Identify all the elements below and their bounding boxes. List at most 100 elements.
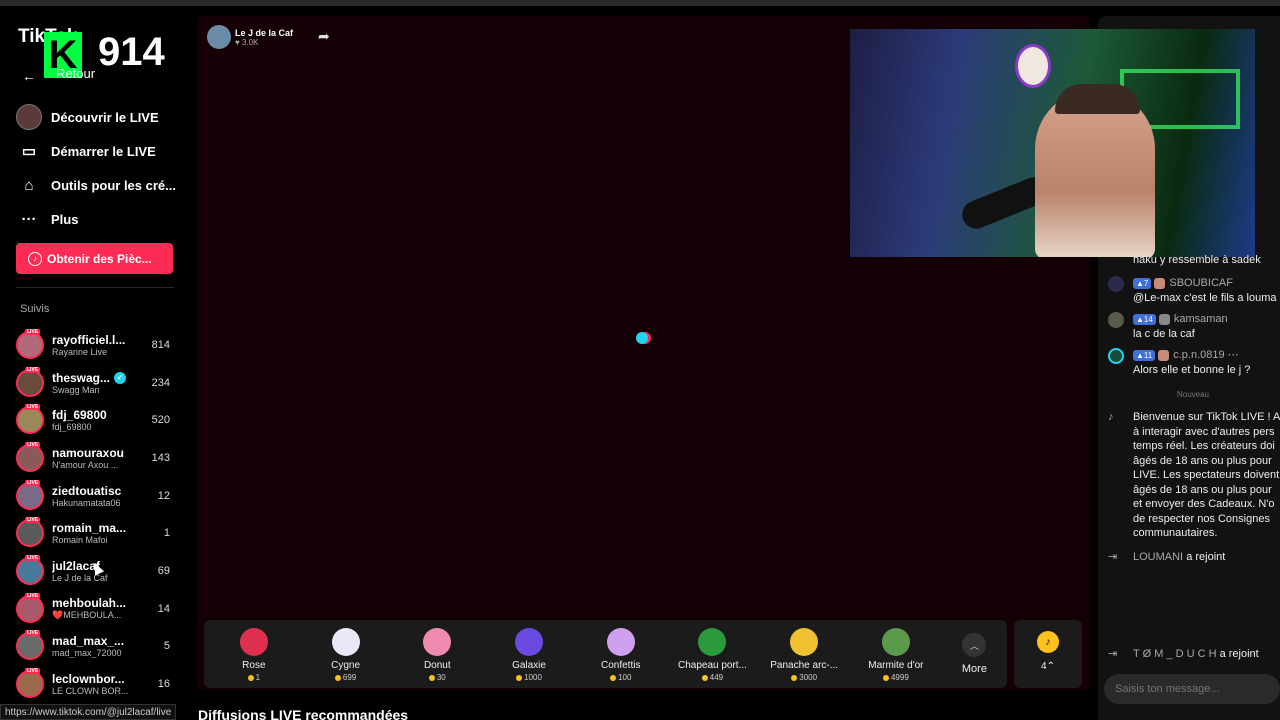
gift-name: Donut [423,660,451,671]
chat-user-avatar[interactable] [1108,348,1124,364]
system-welcome-message: ♪ Bienvenue sur TikTok LIVE ! A à intera… [1108,410,1280,541]
gift-item[interactable]: Cygne 699 [300,622,392,686]
chat-user[interactable]: ▲7 SBOUBICAF [1133,276,1280,291]
following-text: mad_max_... mad_max_72000 [52,634,176,658]
nav-discover-live[interactable]: Découvrir le LIVE [16,100,181,134]
back-label[interactable]: Retour [56,66,95,81]
logo-area: TikTok K 914 [18,24,188,84]
chat-message-text: @Le-max c'est le fils a louma [1133,291,1277,304]
following-item[interactable]: LIVE rayofficiel.l... Rayanne Live 814 [16,326,176,364]
browser-top-strip [0,0,1280,6]
verified-badge-icon: ✓ [114,372,127,385]
gift-item[interactable]: Donut 30 [391,622,483,686]
following-item[interactable]: LIVE romain_ma... Romain Mafoi 1 [16,514,176,552]
gift-price: 449 [701,673,723,682]
gift-item[interactable]: Chapeau port... 449 [667,622,759,686]
get-coins-button[interactable]: ♪ Obtenir des Pièc... [16,243,173,274]
chat-user-avatar[interactable] [1108,312,1124,328]
gift-price: 1 [247,673,260,682]
chat-message-input[interactable] [1104,674,1280,704]
nav-creator-tools[interactable]: ⌂ Outils pour les cré... [16,168,181,202]
gift-icon [331,628,360,656]
following-name: leclownbor... [52,672,125,687]
nav-start-live[interactable]: ▭ Démarrer le LIVE [16,134,181,168]
nav-label: Découvrir le LIVE [51,109,159,125]
welcome-text: Bienvenue sur TikTok LIVE ! A à interagi… [1133,411,1280,539]
following-avatar: LIVE [16,479,44,510]
following-name: romain_ma... [52,521,127,536]
following-subtitle: Romain Mafoi [52,535,108,546]
chat-username: c.p.n.0819 ⋯ [1173,349,1239,361]
sidebar: TikTok K 914 ← Retour Découvrir le LIVE … [0,6,190,720]
live-badge: LIVE [25,404,41,411]
following-item[interactable]: LIVE mad_max_... mad_max_72000 5 [16,628,176,666]
viewer-count: 1 [163,527,170,540]
gift-item[interactable]: Rose 1 [208,622,300,686]
get-coins-label: Obtenir des Pièc... [47,251,152,266]
following-subtitle: Rayanne Live [52,346,108,357]
gift-price: 100 [610,673,631,682]
gift-item[interactable]: Galaxie 1000 [483,622,575,686]
gift-name: Panache arc-... [770,660,839,671]
coin-balance-button[interactable]: ♪ 4⌃ [1014,620,1082,688]
coin-icon [247,674,254,681]
viewer-count: 12 [157,489,170,502]
new-messages-separator: Nouveau [1176,390,1210,399]
coin-icon [610,674,617,681]
live-badge: LIVE [25,366,41,373]
nav-more[interactable]: ··· Plus [16,202,181,236]
streamer-name[interactable]: Le J de la Caf [235,28,293,38]
following-avatar: LIVE [16,517,44,548]
following-avatar: LIVE [16,668,44,699]
chat-user[interactable]: ▲11 c.p.n.0819 ⋯ [1133,348,1280,363]
following-item[interactable]: LIVE mehboulah... ❤️MEHBOULA... 14 [16,590,176,628]
coin-icon [516,674,523,681]
gift-price: 4999 [882,673,909,682]
chat-user[interactable]: ▲14 kamsaman [1133,312,1280,327]
viewer-count: 520 [151,414,170,427]
following-item[interactable]: LIVE fdj_69800 fdj_69800 520 [16,401,176,439]
following-avatar: LIVE [16,366,44,397]
back-arrow-icon[interactable]: ← [22,68,38,84]
gift-bar: Rose 1 Cygne 699 Donut 30 Galaxie 1000 Confettis… [204,620,1007,688]
chat-user-avatar[interactable] [1108,276,1124,292]
chevron-up-icon: ︿ [962,633,987,657]
following-subtitle: ❤️MEHBOULA... [52,610,122,621]
following-item[interactable]: LIVE theswag... ✓ Swagg Man 234 [16,364,176,402]
chat-message: haku y ressemble à sadek [1108,253,1280,268]
following-item[interactable]: LIVE namouraxou N'amour Axou ... 143 [16,439,176,477]
streamer-avatar[interactable] [207,25,231,49]
gift-name: Marmite d'or [868,660,924,671]
gift-item[interactable]: Marmite d'or 4999 [850,622,942,686]
following-item[interactable]: LIVE leclownbor... LE CLOWN BOR... 16 [16,665,176,703]
following-item[interactable]: LIVE ziedtouatisc Hakunamatata06 12 [16,477,176,515]
more-label: More [961,663,987,675]
coin-balance: 4⌃ [1041,661,1055,672]
gift-name: Cygne [331,660,361,671]
streamer-likes: ♥ 3.0K [235,37,259,47]
level-badge: ▲11 [1133,349,1156,361]
following-name: theswag... ✓ [52,371,132,385]
gift-item[interactable]: Confettis 100 [575,622,667,686]
coin-icon [791,674,798,681]
gift-price: 1000 [516,673,542,682]
live-badge: LIVE [25,328,41,335]
live-badge: LIVE [25,517,41,524]
share-icon[interactable]: ➦ [318,28,336,46]
join-user[interactable]: T Ø M _ D U C H [1133,648,1217,660]
join-user[interactable]: LOUMANI [1133,551,1183,563]
following-avatar: LIVE [16,404,44,435]
fan-badge-icon [1158,313,1170,325]
streamer-header[interactable]: Le J de la Caf ♥ 3.0K [207,24,293,50]
gift-name: Rose [242,660,266,671]
gift-item[interactable]: Panache arc-... 3000 [758,622,850,686]
more-gifts-button[interactable]: ︿ More [942,633,1007,675]
chat-message: ▲14 kamsaman la c de la caf [1108,312,1280,341]
enter-icon: ⇥ [1108,648,1118,660]
fan-badge-icon [1154,277,1166,289]
main-nav: Découvrir le LIVE ▭ Démarrer le LIVE ⌂ O… [16,100,181,236]
following-name: mehboulah... [52,596,127,611]
overlay-number: 914 [98,30,165,74]
live-badge: LIVE [25,668,41,675]
join-event: ⇥ T Ø M _ D U C H a rejoint [1108,647,1280,662]
